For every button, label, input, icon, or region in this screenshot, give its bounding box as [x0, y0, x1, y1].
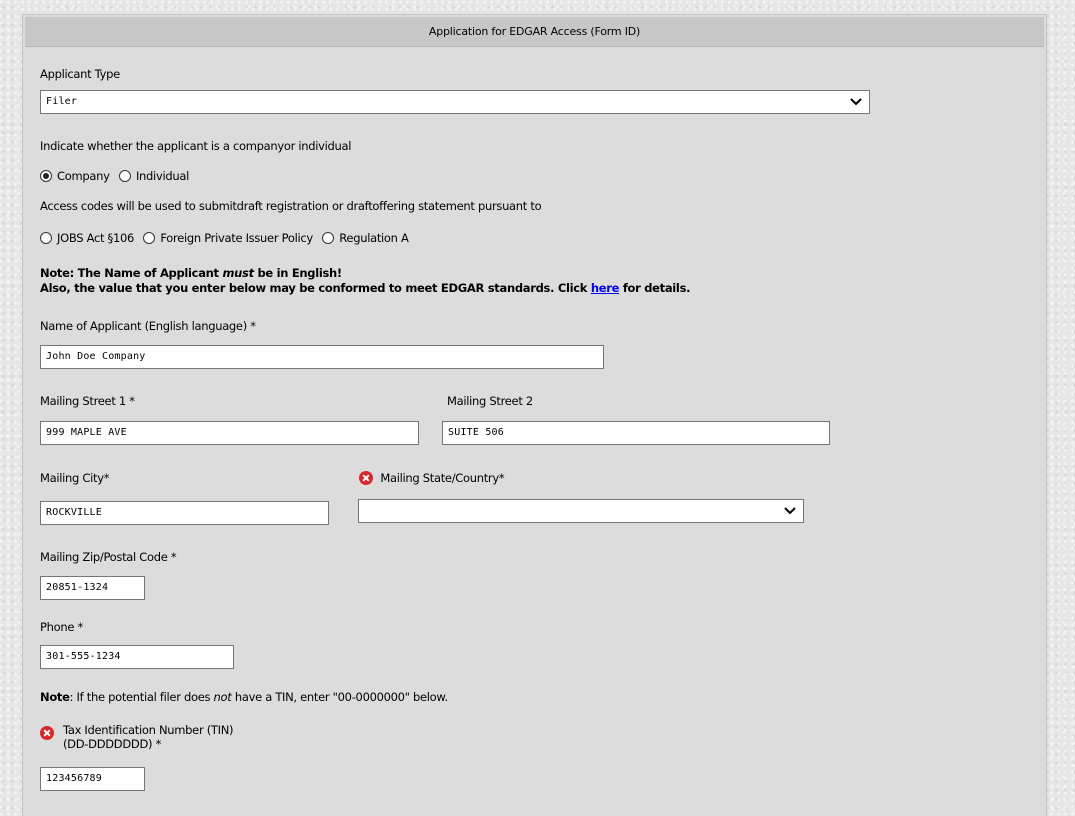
phone-input[interactable]: 301-555-1234 — [40, 645, 234, 669]
street1-input[interactable]: 999 MAPLE AVE — [40, 421, 419, 445]
radio-company[interactable]: Company — [40, 169, 110, 183]
chevron-down-icon — [850, 98, 862, 106]
radio-individual[interactable]: Individual — [118, 169, 189, 183]
note-tin-bold: Note — [40, 690, 70, 704]
state-label-group: Mailing State/Country* — [359, 471, 505, 485]
radio-foreign-private-issuer[interactable]: Foreign Private Issuer Policy — [143, 231, 313, 245]
radio-foreign-private-issuer-circle[interactable] — [143, 232, 156, 244]
radio-individual-circle[interactable] — [118, 170, 131, 182]
error-x-icon — [359, 471, 373, 485]
note-tin-em: not — [213, 690, 232, 704]
radio-regulation-a-circle[interactable] — [322, 232, 335, 244]
note-english-line2-post: for details. — [619, 281, 691, 295]
note-tin-pre: : If the potential filer does — [69, 690, 214, 704]
note-english-line1-pre: Note: The Name of Applicant — [40, 266, 223, 280]
error-x-icon — [40, 726, 54, 740]
access-codes-group: JOBS Act §106 Foreign Private Issuer Pol… — [40, 231, 415, 245]
state-label: Mailing State/Country* — [380, 471, 505, 485]
company-or-individual-group: Company Individual — [40, 169, 195, 183]
name-input[interactable]: John Doe Company — [40, 345, 604, 369]
zip-label: Mailing Zip/Postal Code * — [40, 550, 177, 564]
tin-label-line2: (DD-DDDDDDD) * — [63, 737, 162, 751]
radio-individual-label: Individual — [135, 169, 189, 183]
applicant-type-label: Applicant Type — [40, 67, 120, 81]
company-or-individual-prompt: Indicate whether the applicant is a comp… — [40, 139, 352, 153]
state-select[interactable] — [358, 499, 804, 523]
chevron-down-icon — [784, 507, 796, 515]
applicant-type-select[interactable]: Filer — [40, 90, 870, 114]
here-link[interactable]: here — [591, 281, 620, 295]
radio-jobs-act-circle[interactable] — [40, 232, 52, 244]
radio-regulation-a-label: Regulation A — [339, 231, 409, 245]
note-english-line1-post: be in English! — [253, 266, 342, 280]
note-tin: Note: If the potential filer does not ha… — [40, 690, 448, 704]
note-english-line2: Also, the value that you enter below may… — [40, 281, 690, 295]
applicant-type-value: Filer — [46, 96, 78, 107]
name-label: Name of Applicant (English language) * — [40, 319, 256, 333]
radio-company-circle[interactable] — [40, 170, 52, 182]
note-english-line1: Note: The Name of Applicant must be in E… — [40, 266, 342, 280]
city-label: Mailing City* — [40, 471, 110, 485]
form-header: Application for EDGAR Access (Form ID) — [25, 17, 1044, 47]
note-tin-post: have a TIN, enter "00-0000000" below. — [231, 690, 448, 704]
note-english-line2-pre: Also, the value that you enter below may… — [40, 281, 591, 295]
tin-input[interactable]: 123456789 — [40, 767, 145, 791]
note-english-line1-em: must — [222, 266, 254, 280]
city-input[interactable]: ROCKVILLE — [40, 501, 329, 525]
access-codes-prompt: Access codes will be used to submitdraft… — [40, 199, 542, 213]
tin-label-line1: Tax Identification Number (TIN) — [63, 723, 234, 737]
radio-jobs-act-label: JOBS Act §106 — [57, 231, 135, 245]
phone-label: Phone * — [40, 620, 83, 634]
street2-label: Mailing Street 2 — [447, 394, 533, 408]
radio-foreign-private-issuer-label: Foreign Private Issuer Policy — [160, 231, 313, 245]
radio-jobs-act[interactable]: JOBS Act §106 — [40, 231, 134, 245]
zip-input[interactable]: 20851-1324 — [40, 576, 145, 600]
radio-regulation-a[interactable]: Regulation A — [322, 231, 409, 245]
form-panel: Application for EDGAR Access (Form ID) A… — [22, 14, 1047, 816]
street2-input[interactable]: SUITE 506 — [442, 421, 830, 445]
radio-company-label: Company — [57, 169, 110, 183]
street1-label: Mailing Street 1 * — [40, 394, 135, 408]
